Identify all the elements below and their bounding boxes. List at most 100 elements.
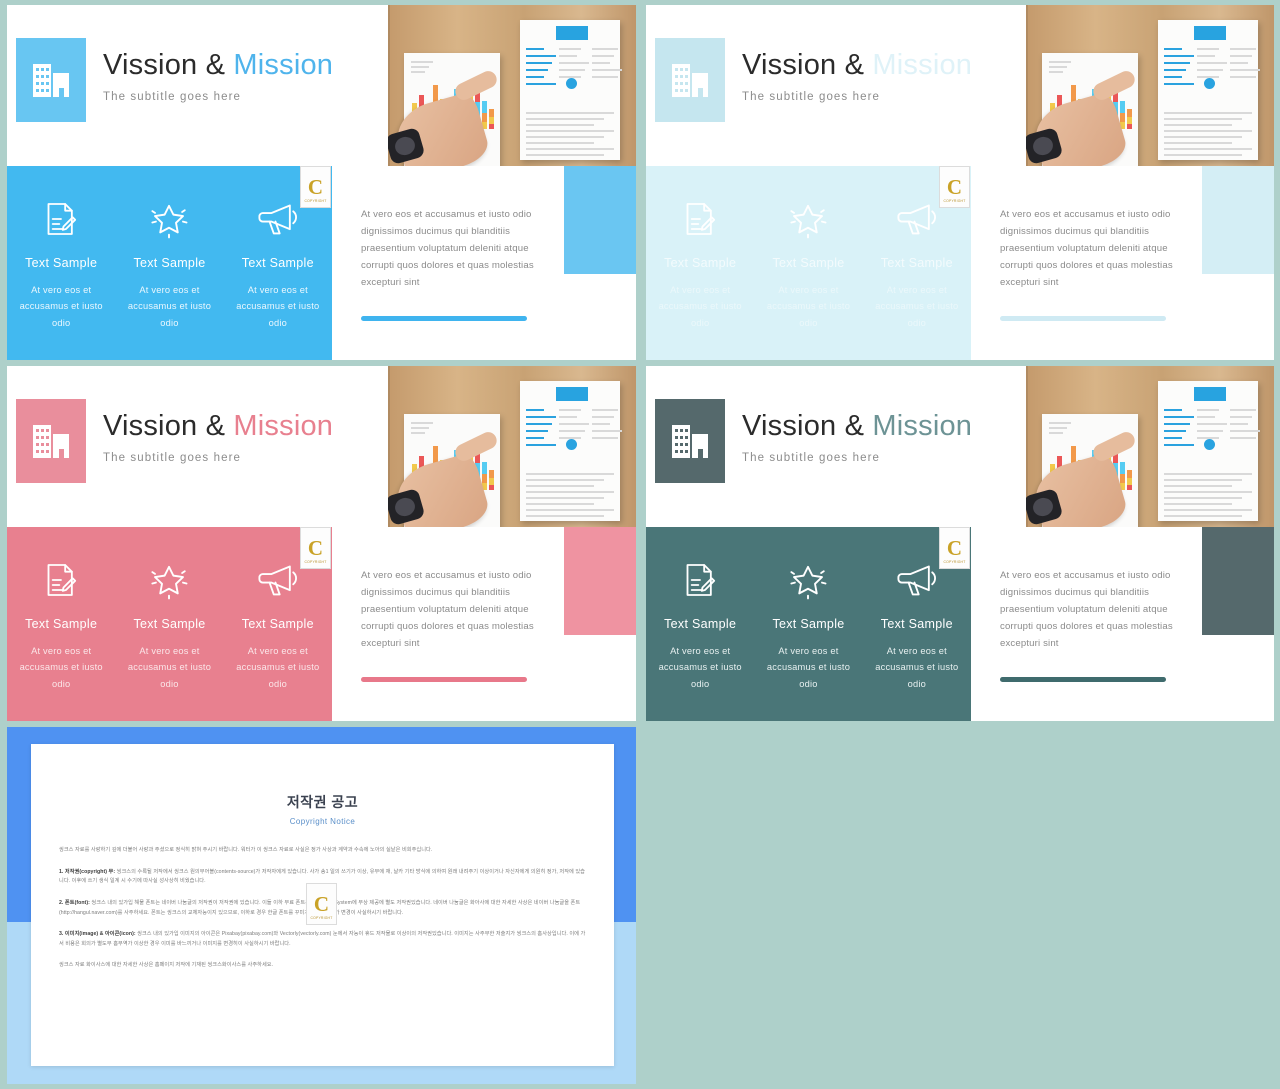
watermark-letter: C	[946, 535, 963, 560]
document-pencil-icon	[646, 196, 754, 242]
brand-logo-box	[16, 399, 86, 483]
page-subtitle: The subtitle goes here	[103, 91, 241, 103]
feature-card-desc: At vero eos et accusamus et iusto odio	[236, 285, 320, 328]
feature-card-title: Text Sample	[25, 256, 98, 270]
feature-card-2[interactable]: Text Sample At vero eos et accusamus et i…	[754, 166, 862, 360]
body-paragraph: At vero eos et accusamus et iusto odio d…	[361, 209, 534, 289]
slide-header: Vission & Mission The subtitle goes here	[7, 366, 636, 527]
document-pencil-icon	[646, 557, 754, 603]
building-icon	[672, 424, 708, 458]
body-column: At vero eos et accusamus et iusto odio d…	[332, 527, 636, 721]
feature-card-desc: At vero eos et accusamus et iusto odio	[19, 646, 103, 689]
title-accent: Mission	[233, 410, 334, 442]
feature-card-2[interactable]: Text Sample At vero eos et accusamus et i…	[754, 527, 862, 721]
building-icon	[672, 63, 708, 97]
feature-card-1[interactable]: Text Sample At vero eos et accusamus et i…	[7, 527, 115, 721]
title-block: Vission & Mission The subtitle goes here	[742, 49, 972, 103]
watermark-caption: COPYRIGHT	[304, 199, 327, 203]
feature-card-2[interactable]: Text Sample At vero eos et accusamus et i…	[115, 166, 223, 360]
feature-card-2[interactable]: Text Sample At vero eos et accusamus et i…	[115, 527, 223, 721]
feature-card-desc: At vero eos et accusamus et iusto odio	[236, 646, 320, 689]
slide-pale-cyan[interactable]: Vission & Mission The subtitle goes here …	[646, 5, 1274, 360]
header-photo	[388, 366, 636, 527]
header-photo	[1026, 366, 1274, 527]
feature-band: Text Sample At vero eos et accusamus et i…	[7, 166, 332, 360]
star-icon	[115, 196, 223, 242]
building-icon	[33, 424, 69, 458]
slide-copyright[interactable]: 저작권 공고 Copyright Notice 씽크스 자료를 사랑하기 깊에 더불…	[7, 727, 636, 1084]
feature-band: Text Sample At vero eos et accusamus et i…	[646, 166, 971, 360]
feature-card-desc: At vero eos et accusamus et iusto odio	[127, 646, 212, 689]
title-block: Vission & Mission The subtitle goes here	[103, 410, 333, 464]
body-paragraph: At vero eos et accusamus et iusto odio d…	[361, 570, 534, 650]
star-icon	[754, 557, 862, 603]
watermark-letter: C	[946, 174, 963, 199]
feature-band: Text Sample At vero eos et accusamus et i…	[7, 527, 332, 721]
feature-card-title: Text Sample	[664, 256, 737, 270]
feature-card-desc: At vero eos et accusamus et iusto odio	[127, 285, 212, 328]
copyright-watermark: C COPYRIGHT	[300, 527, 331, 569]
feature-cards: Text Sample At vero eos et accusamus et i…	[646, 166, 971, 360]
feature-cards: Text Sample At vero eos et accusamus et i…	[7, 527, 332, 721]
feature-card-1[interactable]: Text Sample At vero eos et accusamus et i…	[7, 166, 115, 360]
corner-accent	[564, 527, 636, 635]
accent-rule	[361, 316, 527, 321]
feature-card-title: Text Sample	[880, 256, 953, 270]
brand-logo-box	[16, 38, 86, 122]
accent-rule	[361, 677, 527, 682]
copyright-watermark: C COPYRIGHT	[939, 527, 970, 569]
feature-card-desc: At vero eos et accusamus et iusto odio	[658, 646, 742, 689]
copyright-watermark: C COPYRIGHT	[939, 166, 970, 208]
feature-card-desc: At vero eos et accusamus et iusto odio	[766, 646, 851, 689]
slide-header: Vission & Mission The subtitle goes here	[646, 366, 1274, 527]
feature-cards: Text Sample At vero eos et accusamus et i…	[7, 166, 332, 360]
star-icon	[754, 196, 862, 242]
watermark-letter: C	[307, 174, 324, 199]
watermark-letter: C	[307, 535, 324, 560]
title-main: Vission &	[103, 49, 234, 81]
accent-rule	[1000, 677, 1166, 682]
feature-card-title: Text Sample	[772, 256, 845, 270]
feature-card-desc: At vero eos et accusamus et iusto odio	[658, 285, 742, 328]
feature-cards: Text Sample At vero eos et accusamus et i…	[646, 527, 971, 721]
copyright-paragraph-5: 씽크스 자료 화이사스에 대한 자세한 사상은 홈페이지 저작에 기재된 씽크스…	[59, 962, 274, 969]
document-pencil-icon	[7, 196, 115, 242]
body-column: At vero eos et accusamus et iusto odio d…	[971, 166, 1274, 360]
feature-card-title: Text Sample	[133, 617, 206, 631]
brand-logo-box	[655, 399, 725, 483]
copyright-watermark: C COPYRIGHT	[300, 166, 331, 208]
slide-pink[interactable]: Vission & Mission The subtitle goes here …	[7, 366, 636, 721]
page-subtitle: The subtitle goes here	[742, 91, 880, 103]
feature-card-title: Text Sample	[25, 617, 98, 631]
copyright-paragraph-4: 3. 이미지(image) & 아이콘(icon): 씽크스 내의 있가입 이미…	[59, 931, 586, 947]
body-column: At vero eos et accusamus et iusto odio d…	[332, 166, 636, 360]
copyright-watermark: C COPYRIGHT	[306, 883, 337, 925]
slide-dark-teal[interactable]: Vission & Mission The subtitle goes here …	[646, 366, 1274, 721]
feature-card-desc: At vero eos et accusamus et iusto odio	[19, 285, 103, 328]
resume-paper	[520, 20, 622, 160]
feature-card-title: Text Sample	[133, 256, 206, 270]
feature-card-title: Text Sample	[241, 256, 314, 270]
slide-blue[interactable]: Vission & Mission The subtitle goes here …	[7, 5, 636, 360]
feature-card-1[interactable]: Text Sample At vero eos et accusamus et i…	[646, 166, 754, 360]
feature-card-title: Text Sample	[772, 617, 845, 631]
corner-accent	[564, 166, 636, 274]
watermark-caption: COPYRIGHT	[943, 560, 966, 564]
feature-card-1[interactable]: Text Sample At vero eos et accusamus et i…	[646, 527, 754, 721]
feature-card-desc: At vero eos et accusamus et iusto odio	[766, 285, 851, 328]
building-icon	[33, 63, 69, 97]
copyright-paragraph-1: 씽크스 자료를 사랑하기 깊에 더불어 사랑과 주셨으로 정식히 밝혀 주시기 …	[59, 847, 433, 853]
feature-band: Text Sample At vero eos et accusamus et i…	[646, 527, 971, 721]
watermark-caption: COPYRIGHT	[304, 560, 327, 564]
resume-paper	[1158, 381, 1260, 521]
slide-header: Vission & Mission The subtitle goes here	[7, 5, 636, 166]
page-title: Vission & Mission	[742, 410, 972, 443]
page-subtitle: The subtitle goes here	[103, 452, 241, 464]
title-main: Vission &	[742, 410, 873, 442]
accent-rule	[1000, 316, 1166, 321]
title-accent: Mission	[233, 49, 334, 81]
body-paragraph: At vero eos et accusamus et iusto odio d…	[1000, 209, 1173, 289]
presentation-thumbnail-grid: Vission & Mission The subtitle goes here …	[0, 0, 1280, 1089]
resume-paper	[520, 381, 622, 521]
corner-accent	[1202, 166, 1274, 274]
